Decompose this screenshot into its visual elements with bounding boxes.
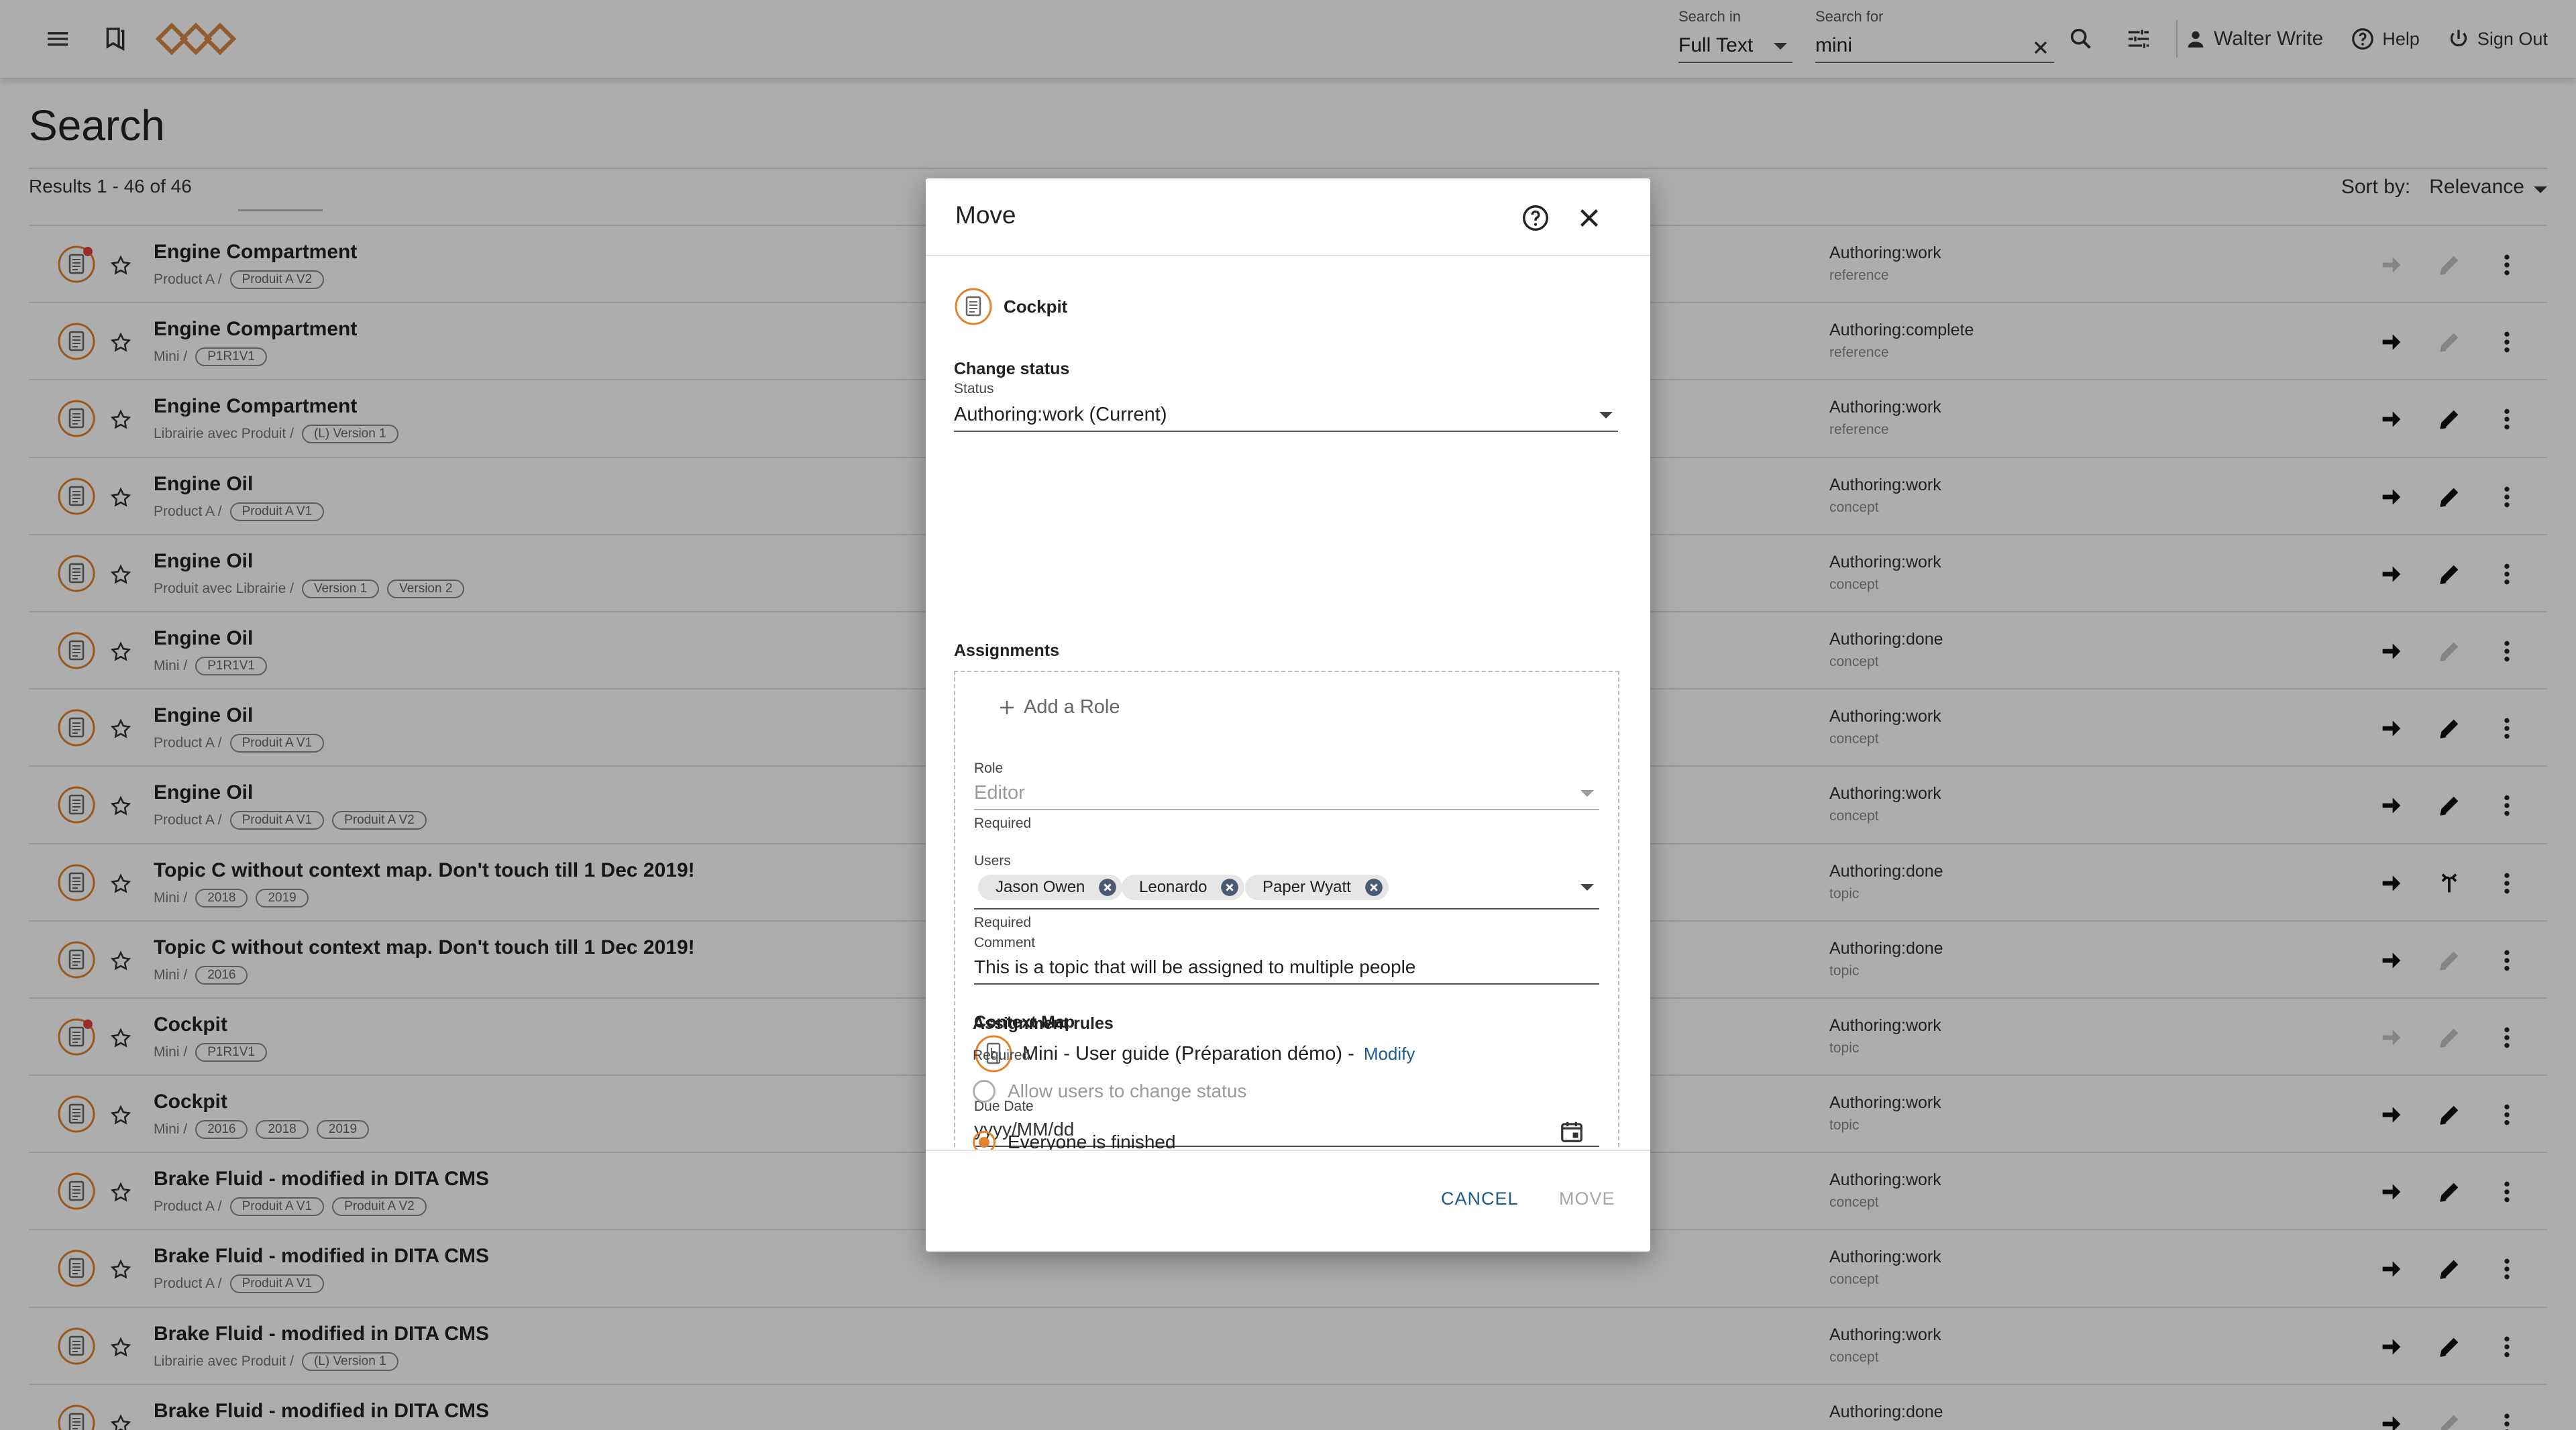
comment-field[interactable]: This is a topic that will be assigned to… xyxy=(974,950,1599,985)
context-map-row: Mini - User guide (Préparation démo) - M… xyxy=(974,1034,1415,1073)
users-required-hint: Required xyxy=(974,915,1032,930)
topic-header: Cockpit xyxy=(954,287,1067,326)
role-required-hint: Required xyxy=(974,816,1032,831)
rules-required-hint: Required xyxy=(973,1048,1030,1063)
modify-link[interactable]: Modify xyxy=(1364,1044,1415,1064)
role-label: Role xyxy=(974,761,1004,776)
radio-unchecked-icon[interactable] xyxy=(973,1080,996,1103)
user-chip[interactable]: Leonardo xyxy=(1122,875,1245,900)
topic-doc-icon xyxy=(955,288,992,325)
topic-name: Cockpit xyxy=(1004,296,1068,317)
rule-option-everyone-finished[interactable]: Everyone is finished xyxy=(973,1131,1176,1150)
status-select[interactable]: Authoring:work (Current) xyxy=(954,397,1618,432)
rule-option-allow-status[interactable]: Allow users to change status xyxy=(973,1080,1246,1103)
add-role-button[interactable]: Add a Role xyxy=(997,696,1120,718)
remove-chip-icon[interactable] xyxy=(1220,878,1239,897)
dialog-header: Move xyxy=(926,178,1650,256)
change-status-heading: Change status xyxy=(954,360,1070,378)
chevron-down-icon xyxy=(1580,790,1594,797)
cancel-button[interactable]: CANCEL xyxy=(1441,1189,1519,1209)
move-dialog: Move Cockpit Change status Status Author… xyxy=(926,178,1650,1252)
user-chip-label: Leonardo xyxy=(1139,878,1208,896)
status-value: Authoring:work (Current) xyxy=(954,404,1167,425)
dialog-actions: CANCEL MOVE xyxy=(926,1150,1650,1252)
close-icon[interactable] xyxy=(1574,203,1605,233)
calendar-icon[interactable] xyxy=(1559,1119,1585,1144)
remove-chip-icon[interactable] xyxy=(1098,878,1117,897)
users-select[interactable]: Jason Owen Leonardo Paper Wyatt xyxy=(974,867,1599,910)
user-chip-label: Paper Wyatt xyxy=(1263,878,1351,896)
chevron-down-icon xyxy=(1580,884,1594,891)
dialog-body: Cockpit Change status Status Authoring:w… xyxy=(926,258,1650,1150)
radio-checked-icon[interactable] xyxy=(973,1131,996,1150)
rule-option-label: Everyone is finished xyxy=(1008,1132,1176,1150)
add-role-label: Add a Role xyxy=(1024,696,1120,718)
user-chip-label: Jason Owen xyxy=(996,878,1085,896)
status-label: Status xyxy=(954,381,994,396)
plus-icon xyxy=(1000,700,1014,714)
rule-option-label: Allow users to change status xyxy=(1008,1081,1247,1101)
user-chip[interactable]: Paper Wyatt xyxy=(1245,875,1389,900)
dialog-title: Move xyxy=(955,201,1016,229)
chevron-down-icon xyxy=(1599,412,1613,419)
help-icon[interactable] xyxy=(1520,203,1551,233)
remove-chip-icon[interactable] xyxy=(1364,878,1383,897)
assignment-rules-heading: Assignment rules xyxy=(973,1014,1114,1033)
assignments-heading: Assignments xyxy=(954,641,1059,660)
role-value: Editor xyxy=(974,782,1025,804)
assignment-panel: Add a Role Role Editor Required Users Ja… xyxy=(954,671,1619,1150)
move-button[interactable]: MOVE xyxy=(1559,1189,1615,1209)
role-select[interactable]: Editor xyxy=(974,775,1599,810)
context-map-value: Mini - User guide (Préparation démo) - xyxy=(1022,1042,1354,1064)
user-chip[interactable]: Jason Owen xyxy=(978,875,1123,900)
comment-label: Comment xyxy=(974,935,1036,950)
